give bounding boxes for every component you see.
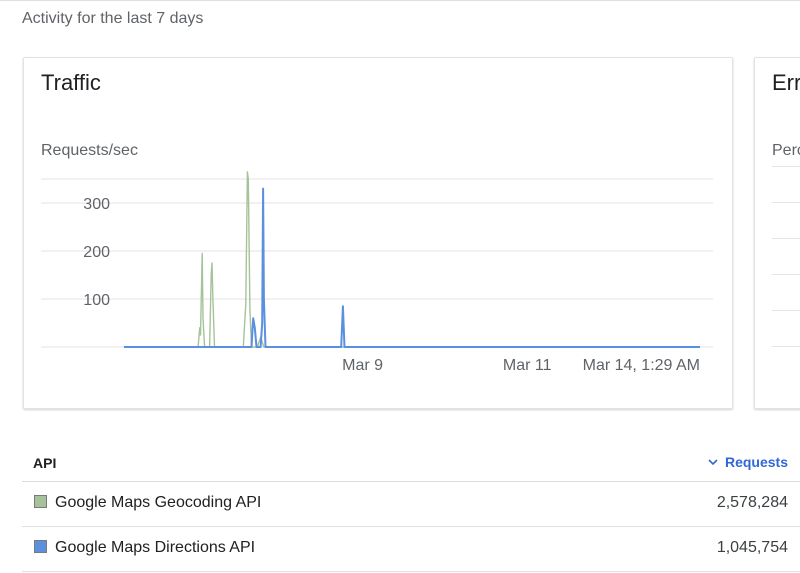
errors-gridline xyxy=(772,202,800,203)
errors-gridline xyxy=(772,166,800,167)
api-name: Google Maps Directions API xyxy=(55,539,256,556)
y-tick-label: 300 xyxy=(83,196,110,213)
y-tick-label: 200 xyxy=(83,244,110,261)
series-line-geocoding xyxy=(124,171,700,348)
table-row[interactable]: Google Maps Directions API 1,045,754 xyxy=(22,527,800,572)
api-name: Google Maps Geocoding API xyxy=(55,494,262,511)
request-count: 2,578,284 xyxy=(716,494,788,511)
series-color-swatch xyxy=(34,540,47,553)
x-tick-label: Mar 9 xyxy=(342,357,383,374)
requests-column-label: Requests xyxy=(724,454,788,470)
errors-gridline xyxy=(772,238,800,239)
api-column-header[interactable]: API xyxy=(33,455,56,471)
activity-period-label: Activity for the last 7 days xyxy=(22,10,204,27)
y-tick-label: 100 xyxy=(83,292,110,309)
x-tick-label: Mar 11 xyxy=(503,357,552,374)
series-color-swatch xyxy=(34,495,47,508)
errors-card: Errors Percent of requests xyxy=(754,57,800,409)
sort-descending-icon xyxy=(708,459,718,466)
errors-gridline xyxy=(772,346,800,347)
top-divider xyxy=(0,0,800,1)
table-row[interactable]: Google Maps Geocoding API 2,578,284 xyxy=(22,482,800,527)
errors-title: Errors xyxy=(772,70,800,95)
api-table-header: API Requests xyxy=(22,445,800,482)
errors-gridline xyxy=(772,274,800,275)
traffic-card: Traffic Requests/sec 100 200 300 Mar 9 Mar 1… xyxy=(23,57,733,409)
x-tick-label: Mar 14, 1:29 AM xyxy=(583,357,700,374)
errors-subtitle: Percent of requests xyxy=(772,142,800,159)
errors-gridline xyxy=(772,310,800,311)
request-count: 1,045,754 xyxy=(716,539,788,556)
traffic-chart: 100 200 300 Mar 9 Mar 11 Mar 14, 1:29 AM xyxy=(41,171,713,374)
requests-sort-header[interactable]: Requests xyxy=(707,454,788,470)
